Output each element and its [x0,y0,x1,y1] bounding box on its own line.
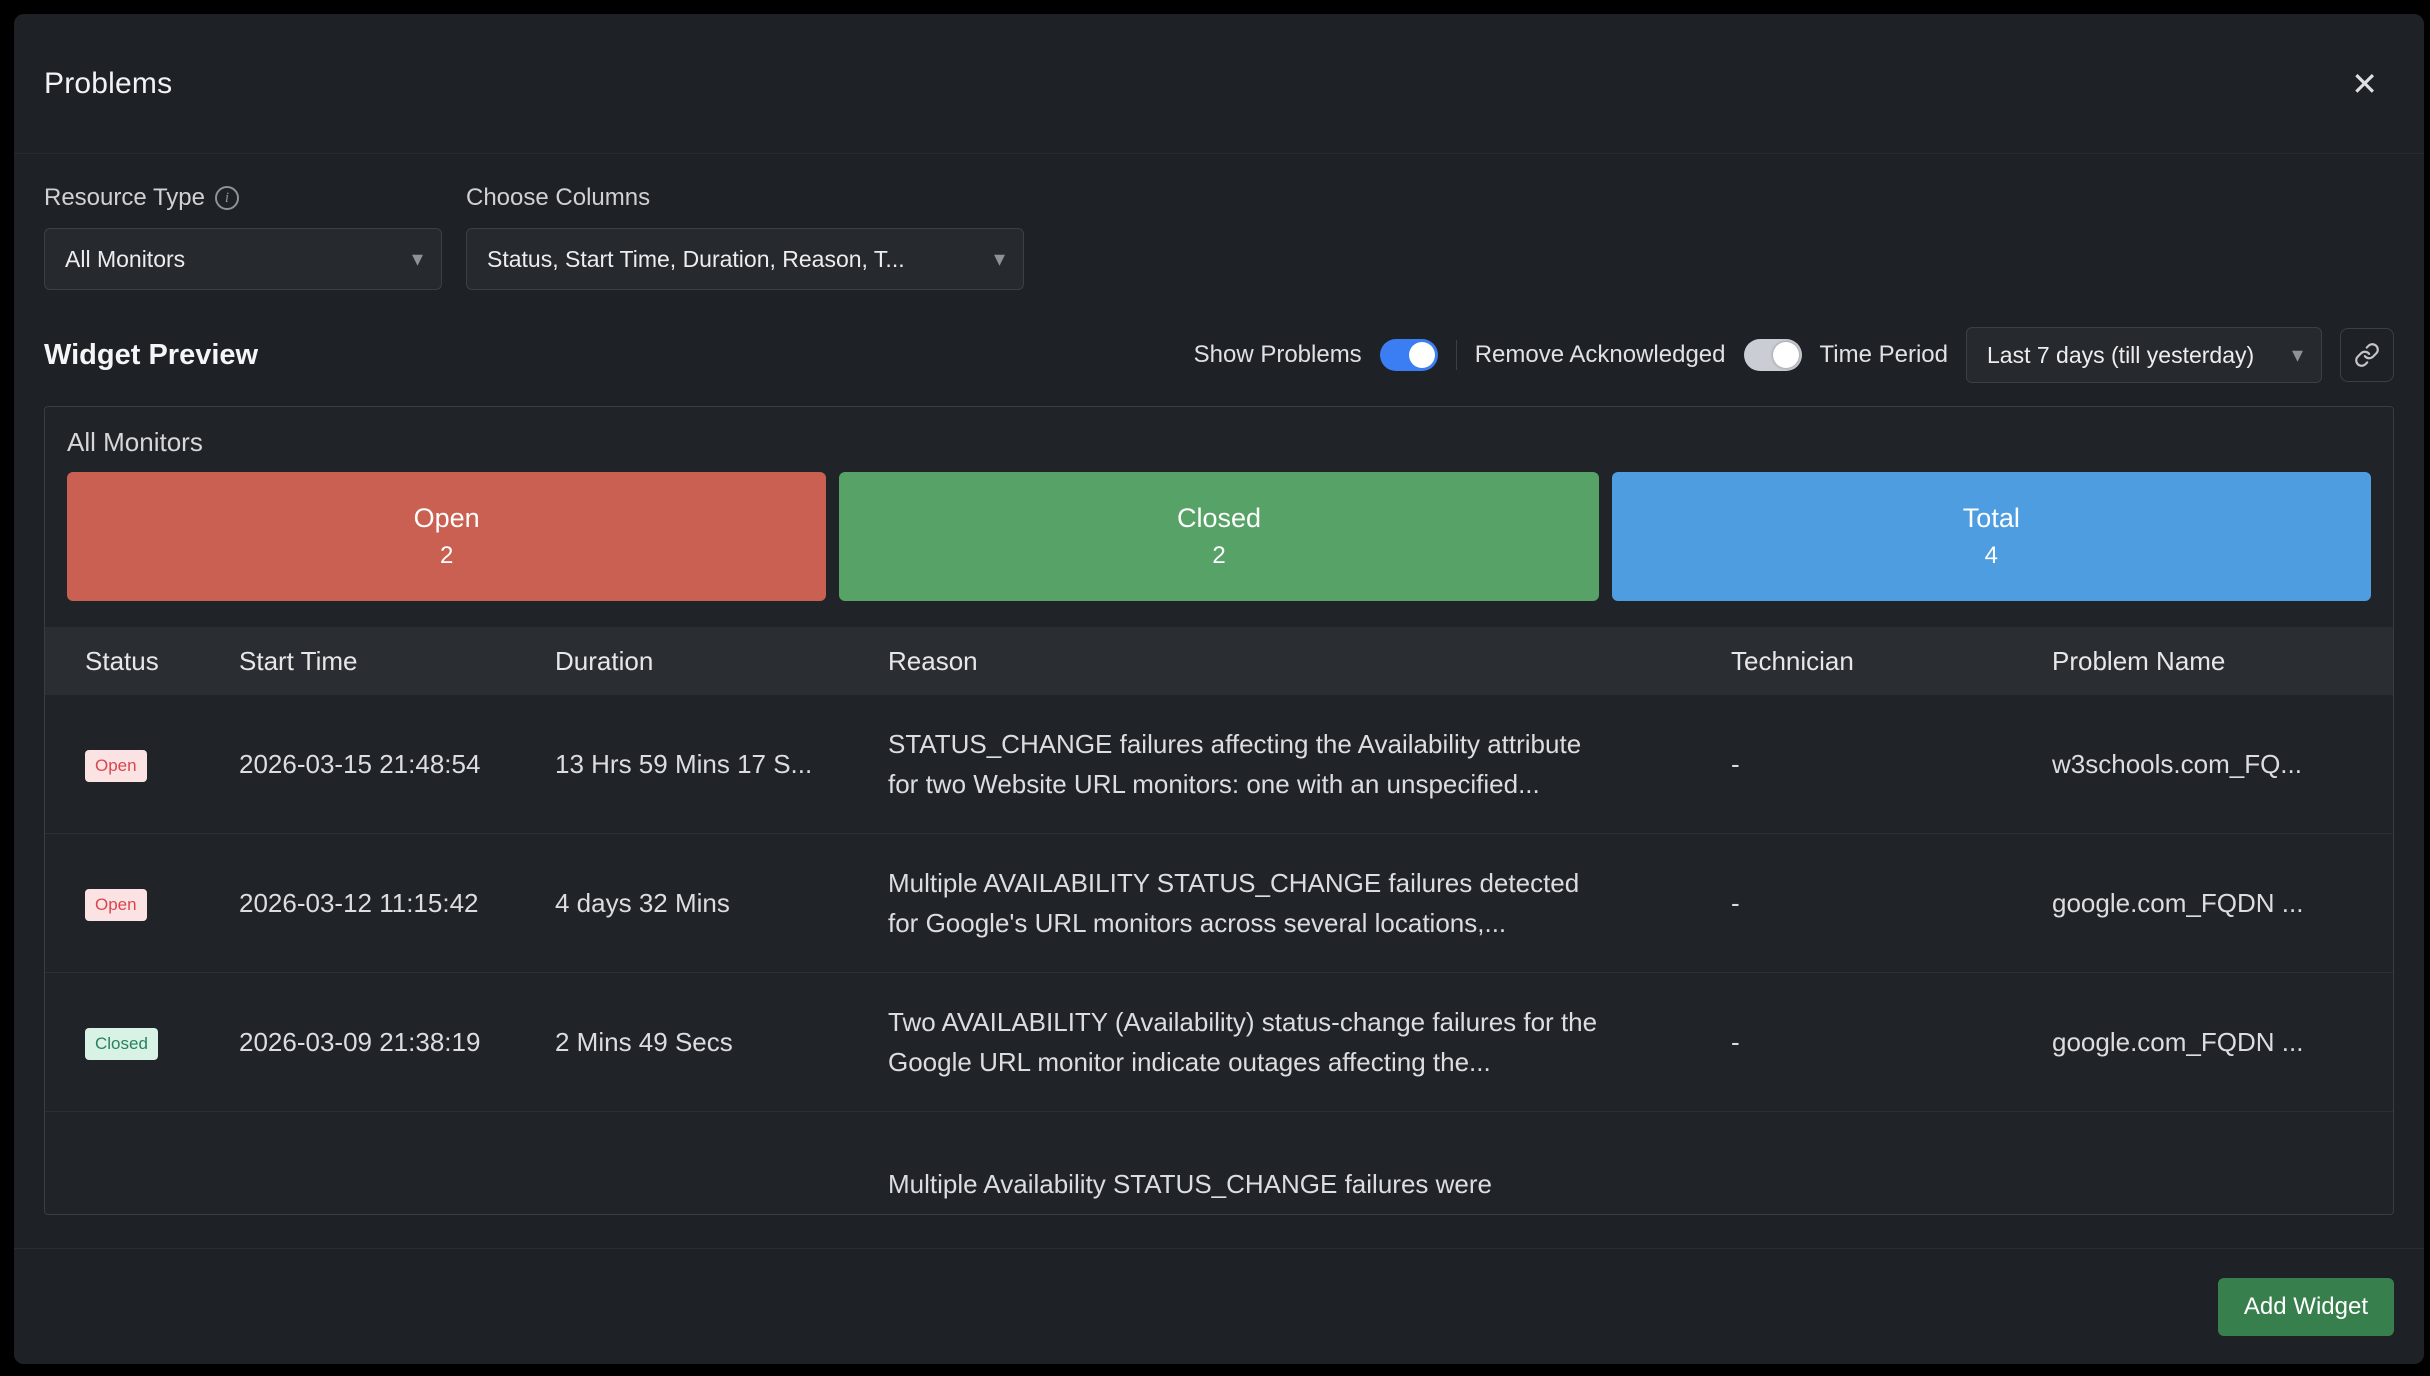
cell-reason: Two AVAILABILITY (Availability) status-c… [888,1002,1731,1082]
remove-acknowledged-toggle[interactable] [1744,339,1802,371]
modal-footer: Add Widget [14,1248,2424,1364]
card-value: 2 [440,542,453,570]
link-button[interactable] [2340,328,2394,382]
cell-start-time: 2026-03-15 21:48:54 [239,749,555,780]
table-header: Status Start Time Duration Reason Techni… [45,627,2393,695]
cell-duration: 13 Hrs 59 Mins 17 S... [555,749,888,780]
summary-card-total[interactable]: Total 4 [1612,472,2371,601]
problems-modal: Problems ✕ Resource Type i Choose Column… [14,14,2424,1364]
cell-problem-name: google.com_FQDN ... [2052,888,2393,919]
summary-card-closed[interactable]: Closed 2 [839,472,1598,601]
cell-reason: Multiple AVAILABILITY STATUS_CHANGE fail… [888,863,1731,943]
status-badge: Closed [85,1028,158,1060]
table-row[interactable]: Open 2026-03-12 11:15:42 4 days 32 Mins … [45,834,2393,973]
col-problem-name: Problem Name [2052,646,2393,677]
time-period-value: Last 7 days (till yesterday) [1987,342,2254,369]
cell-reason: STATUS_CHANGE failures affecting the Ava… [888,724,1731,804]
col-technician: Technician [1731,646,2052,677]
panel-title: All Monitors [45,407,2393,472]
cell-problem-name: w3schools.com_FQ... [2052,749,2393,780]
status-badge: Open [85,750,147,782]
resource-type-label: Resource Type [44,184,205,212]
cell-problem-name: google.com_FQDN ... [2052,1027,2393,1058]
info-icon[interactable]: i [215,186,239,210]
choose-columns-dropdown[interactable]: Status, Start Time, Duration, Reason, T.… [466,228,1024,290]
link-icon [2354,342,2380,368]
table-row-partial[interactable]: Multiple Availability STATUS_CHANGE fail… [45,1112,2393,1215]
remove-acknowledged-label: Remove Acknowledged [1475,341,1726,369]
table-row[interactable]: Open 2026-03-15 21:48:54 13 Hrs 59 Mins … [45,695,2393,834]
col-start-time: Start Time [239,646,555,677]
filters-section: Resource Type i Choose Columns All Monit… [14,154,2424,290]
card-label: Open [414,503,480,534]
widget-preview-bar: Widget Preview Show Problems Remove Ackn… [14,326,2424,384]
cell-duration: 4 days 32 Mins [555,888,888,919]
table-row[interactable]: Closed 2026-03-09 21:38:19 2 Mins 49 Sec… [45,973,2393,1112]
show-problems-toggle[interactable] [1380,339,1438,371]
summary-card-open[interactable]: Open 2 [67,472,826,601]
page-title: Problems [44,67,172,101]
cell-start-time: 2026-03-12 11:15:42 [239,888,555,919]
col-status: Status [85,646,239,677]
chevron-down-icon: ▾ [412,246,423,272]
widget-preview-panel: All Monitors Open 2 Closed 2 Total 4 Sta… [44,406,2394,1215]
cell-duration: 2 Mins 49 Secs [555,1027,888,1058]
summary-cards: Open 2 Closed 2 Total 4 [45,472,2393,601]
cell-reason: Multiple Availability STATUS_CHANGE fail… [888,1112,1731,1204]
cell-technician: - [1731,1027,2052,1058]
close-icon[interactable]: ✕ [2351,68,2378,100]
resource-type-label-row: Resource Type i [44,184,466,212]
add-widget-button[interactable]: Add Widget [2218,1278,2394,1336]
show-problems-label: Show Problems [1194,341,1362,369]
col-duration: Duration [555,646,888,677]
status-badge: Open [85,889,147,921]
choose-columns-value: Status, Start Time, Duration, Reason, T.… [487,246,905,273]
divider [1456,340,1457,370]
card-value: 2 [1212,542,1225,570]
time-period-dropdown[interactable]: Last 7 days (till yesterday) ▾ [1966,327,2322,383]
modal-header: Problems ✕ [14,14,2424,154]
time-period-label: Time Period [1820,341,1948,369]
card-value: 4 [1985,542,1998,570]
toggle-knob [1773,342,1799,368]
cell-start-time: 2026-03-09 21:38:19 [239,1027,555,1058]
resource-type-value: All Monitors [65,246,185,273]
toggle-knob [1409,342,1435,368]
widget-preview-title: Widget Preview [44,339,258,372]
resource-type-dropdown[interactable]: All Monitors ▾ [44,228,442,290]
cell-technician: - [1731,888,2052,919]
card-label: Total [1963,503,2020,534]
chevron-down-icon: ▾ [2292,342,2303,368]
choose-columns-label: Choose Columns [466,184,650,212]
col-reason: Reason [888,646,1731,677]
cell-technician: - [1731,749,2052,780]
card-label: Closed [1177,503,1261,534]
chevron-down-icon: ▾ [994,246,1005,272]
